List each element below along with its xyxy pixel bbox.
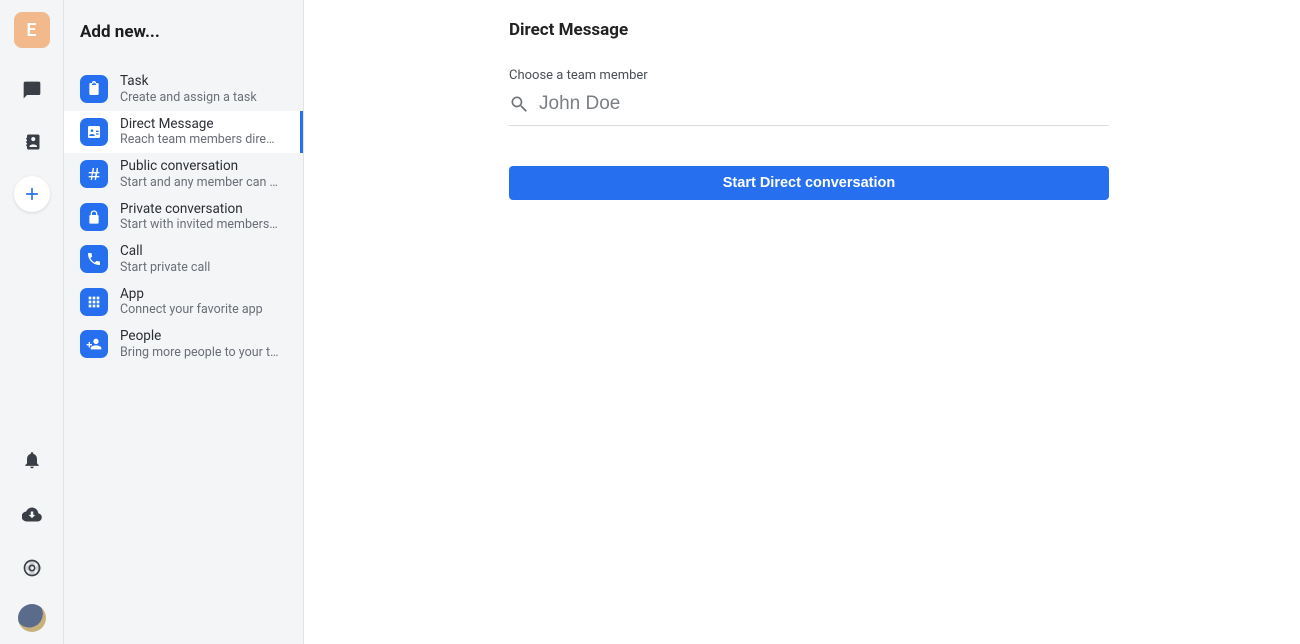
panel-title: Add new...: [64, 0, 303, 68]
lock-icon: [80, 203, 108, 231]
add-button[interactable]: [14, 176, 50, 212]
item-title: Call: [120, 243, 210, 260]
item-title: Private conversation: [120, 201, 280, 218]
item-app[interactable]: App Connect your favorite app: [64, 281, 303, 324]
member-search-row: [509, 89, 1109, 126]
item-title: People: [120, 328, 280, 345]
workspace-avatar[interactable]: E: [14, 12, 50, 48]
add-new-list: Task Create and assign a task Direct Mes…: [64, 68, 303, 366]
item-sub: Start with invited members o…: [120, 217, 280, 233]
grid-icon: [80, 288, 108, 316]
person-add-icon: [80, 330, 108, 358]
start-direct-conversation-button[interactable]: Start Direct conversation: [509, 166, 1109, 200]
field-label: Choose a team member: [509, 68, 1109, 83]
item-sub: Start private call: [120, 260, 210, 276]
item-sub: Bring more people to your te…: [120, 345, 280, 361]
item-title: Public conversation: [120, 158, 280, 175]
item-people[interactable]: People Bring more people to your te…: [64, 323, 303, 366]
item-sub: Start and any member can jo…: [120, 175, 280, 191]
messages-icon[interactable]: [14, 72, 50, 108]
item-private-conversation[interactable]: Private conversation Start with invited …: [64, 196, 303, 239]
item-title: App: [120, 286, 263, 303]
id-card-icon: [80, 118, 108, 146]
item-public-conversation[interactable]: Public conversation Start and any member…: [64, 153, 303, 196]
help-icon[interactable]: [14, 550, 50, 586]
add-new-panel: Add new... Task Create and assign a task…: [64, 0, 304, 644]
main-content: Direct Message Choose a team member Star…: [304, 0, 1300, 644]
notifications-icon[interactable]: [14, 442, 50, 478]
hash-icon: [80, 160, 108, 188]
download-icon[interactable]: [14, 496, 50, 532]
clipboard-icon: [80, 75, 108, 103]
item-title: Direct Message: [120, 116, 280, 133]
item-sub: Reach team members directly: [120, 132, 280, 148]
search-icon: [509, 94, 529, 114]
item-sub: Create and assign a task: [120, 90, 257, 106]
item-task[interactable]: Task Create and assign a task: [64, 68, 303, 111]
page-title: Direct Message: [509, 20, 1109, 40]
phone-icon: [80, 245, 108, 273]
nav-rail: E: [0, 0, 64, 644]
item-direct-message[interactable]: Direct Message Reach team members direct…: [64, 111, 303, 154]
item-call[interactable]: Call Start private call: [64, 238, 303, 281]
mascot-icon[interactable]: [18, 604, 46, 632]
member-search-input[interactable]: [539, 93, 1109, 115]
contacts-icon[interactable]: [14, 124, 50, 160]
item-sub: Connect your favorite app: [120, 302, 263, 318]
item-title: Task: [120, 73, 257, 90]
